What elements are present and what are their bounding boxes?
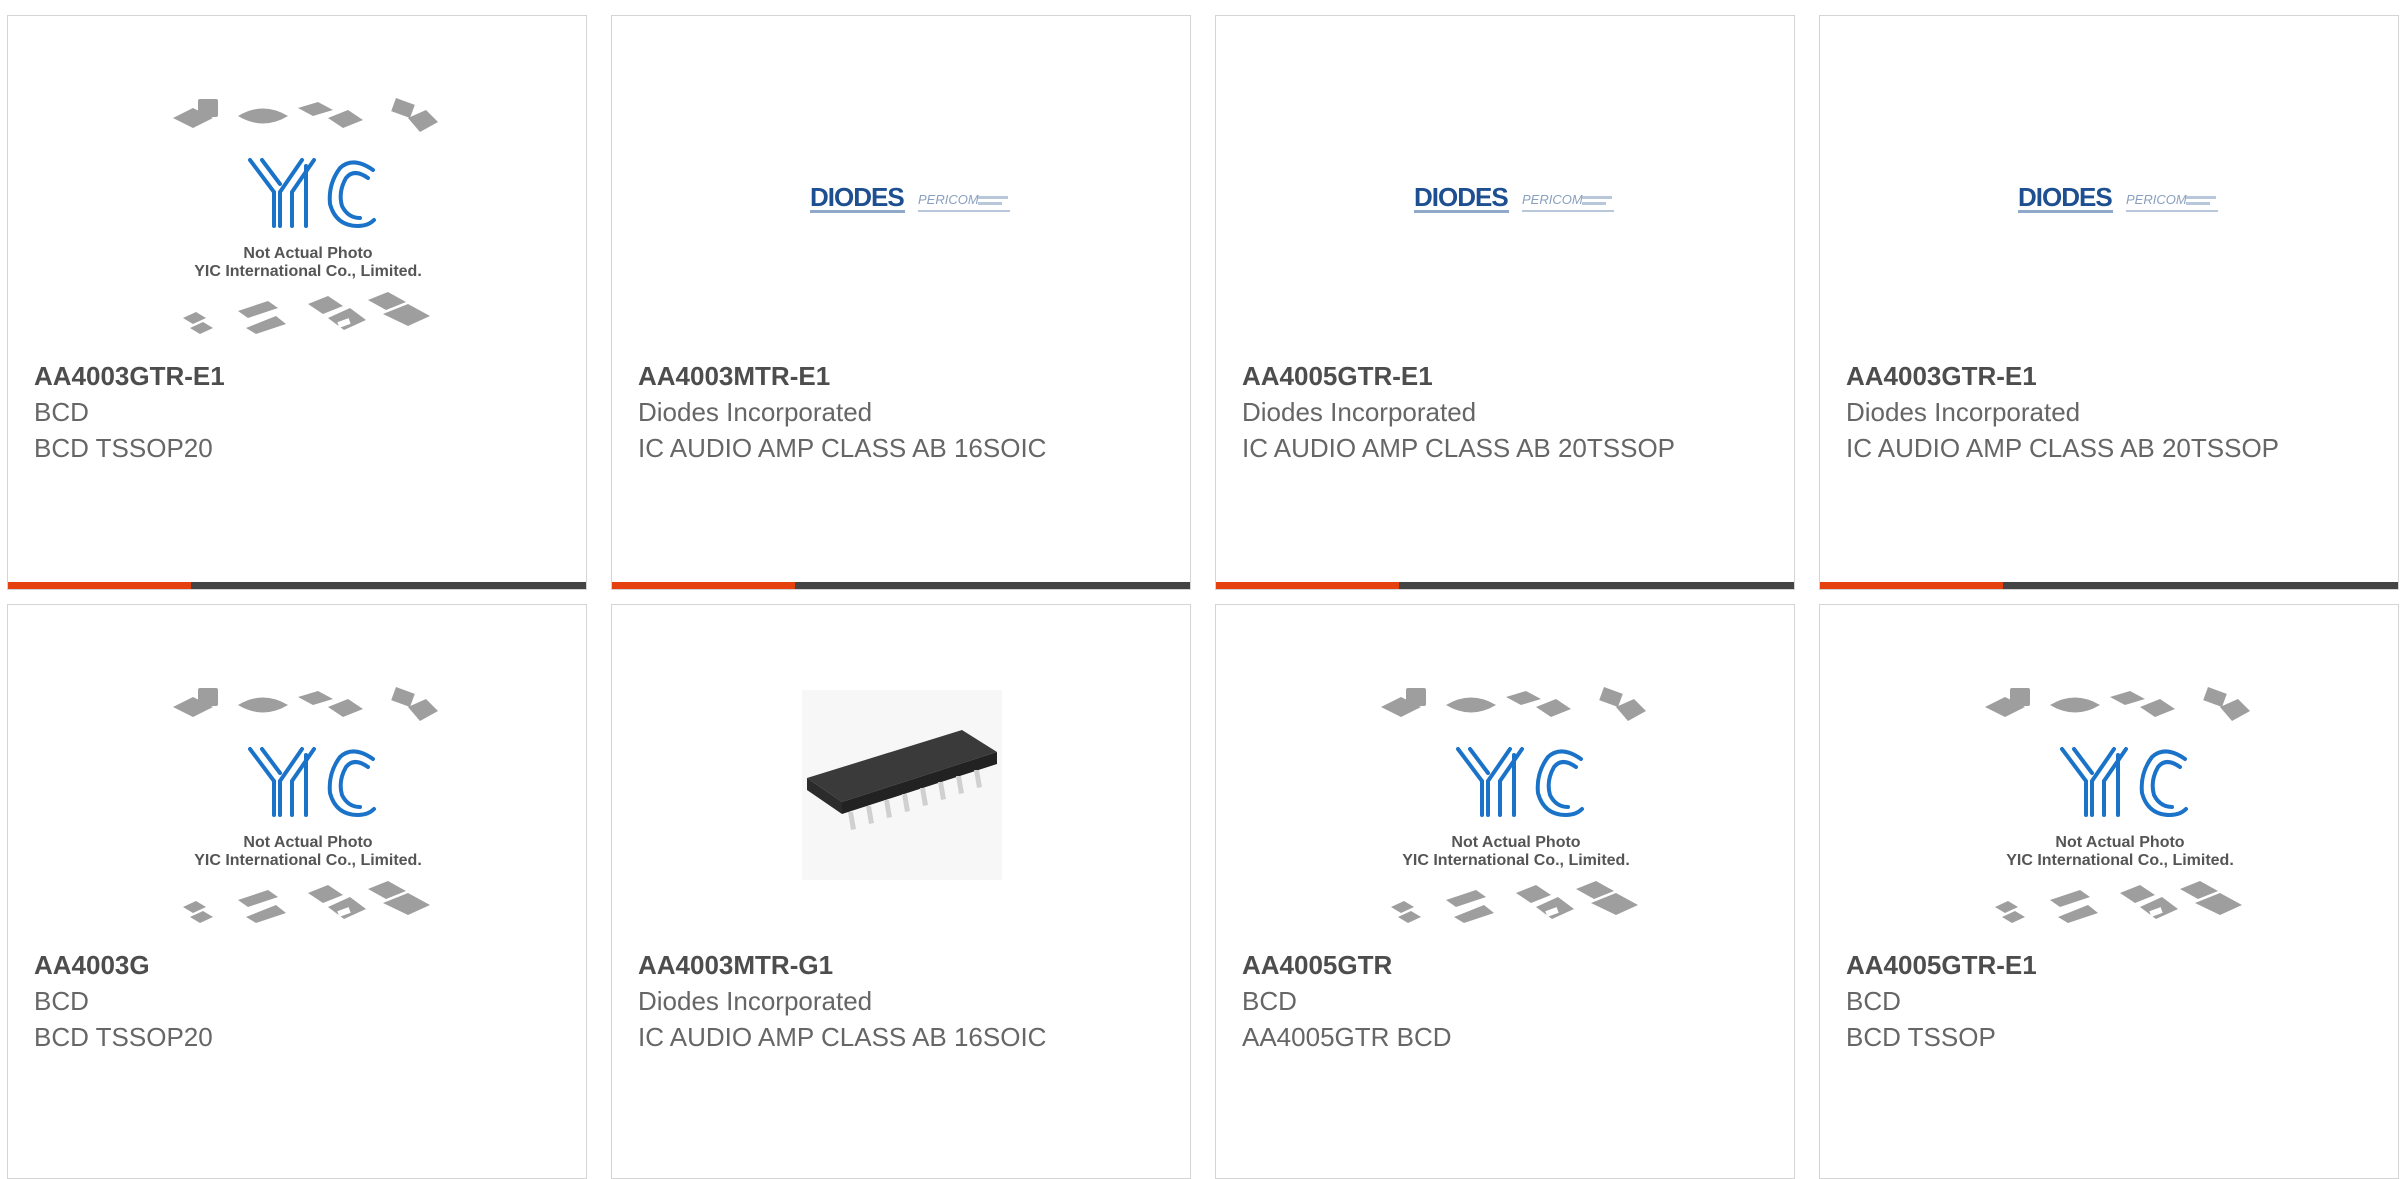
manufacturer: BCD <box>34 397 89 427</box>
card-bottom-bar <box>612 582 1190 589</box>
description: AA4005GTR BCD <box>1242 1022 1452 1052</box>
yic-placeholder-image: Not Actual Photo YIC International Co., … <box>1983 685 2252 925</box>
description: IC AUDIO AMP CLASS AB 16SOIC <box>638 1022 1047 1052</box>
product-card[interactable]: Not Actual Photo YIC International Co., … <box>7 15 587 590</box>
description: BCD TSSOP <box>1846 1022 1996 1052</box>
card-bottom-bar <box>1216 582 1794 589</box>
part-number[interactable]: AA4005GTR-E1 <box>1242 358 1774 394</box>
part-number[interactable]: AA4003G <box>34 947 566 983</box>
product-card[interactable]: AA4005GTR-E1 Diodes Incorporated IC AUDI… <box>1215 15 1795 590</box>
diodes-logo-image <box>2018 182 2218 213</box>
yic-company-text: YIC International Co., Limited. <box>194 263 422 280</box>
yic-company-text: YIC International Co., Limited. <box>194 852 422 869</box>
part-number[interactable]: AA4005GTR-E1 <box>1846 947 2378 983</box>
not-actual-photo-text: Not Actual Photo <box>243 834 372 851</box>
part-number[interactable]: AA4003MTR-E1 <box>638 358 1170 394</box>
description: BCD TSSOP20 <box>34 433 213 463</box>
diodes-logo-image <box>810 182 1010 213</box>
diodes-logo-image <box>1414 182 1614 213</box>
product-card[interactable]: Not Actual Photo YIC International Co., … <box>1215 604 1795 1179</box>
yic-placeholder-image: Not Actual Photo YIC International Co., … <box>1379 685 1648 925</box>
yic-placeholder-image: Not Actual Photo YIC International Co., … <box>171 96 440 336</box>
product-card[interactable]: AA4003MTR-G1 Diodes Incorporated IC AUDI… <box>611 604 1191 1179</box>
not-actual-photo-text: Not Actual Photo <box>2055 834 2184 851</box>
yic-company-text: YIC International Co., Limited. <box>1402 852 1630 869</box>
yic-company-text: YIC International Co., Limited. <box>2006 852 2234 869</box>
manufacturer: BCD <box>34 986 89 1016</box>
part-number[interactable]: AA4003GTR-E1 <box>34 358 566 394</box>
manufacturer: BCD <box>1846 986 1901 1016</box>
manufacturer: Diodes Incorporated <box>1846 397 2081 427</box>
part-number[interactable]: AA4003GTR-E1 <box>1846 358 2378 394</box>
yic-placeholder-image: Not Actual Photo YIC International Co., … <box>171 685 440 925</box>
manufacturer: Diodes Incorporated <box>638 397 873 427</box>
description: IC AUDIO AMP CLASS AB 20TSSOP <box>1242 433 1676 463</box>
card-bottom-bar <box>8 582 586 589</box>
product-card[interactable]: Not Actual Photo YIC International Co., … <box>7 604 587 1179</box>
manufacturer: Diodes Incorporated <box>1242 397 1477 427</box>
product-card[interactable]: AA4003GTR-E1 Diodes Incorporated IC AUDI… <box>1819 15 2399 590</box>
product-card[interactable]: AA4003MTR-E1 Diodes Incorporated IC AUDI… <box>611 15 1191 590</box>
not-actual-photo-text: Not Actual Photo <box>243 245 372 262</box>
product-card[interactable]: Not Actual Photo YIC International Co., … <box>1819 604 2399 1179</box>
soic-chip-photo <box>802 690 1002 880</box>
manufacturer: Diodes Incorporated <box>638 986 873 1016</box>
part-number[interactable]: AA4005GTR <box>1242 947 1774 983</box>
description: IC AUDIO AMP CLASS AB 16SOIC <box>638 433 1047 463</box>
description: BCD TSSOP20 <box>34 1022 213 1052</box>
description: IC AUDIO AMP CLASS AB 20TSSOP <box>1846 433 2280 463</box>
not-actual-photo-text: Not Actual Photo <box>1451 834 1580 851</box>
card-bottom-bar <box>1820 582 2398 589</box>
part-number[interactable]: AA4003MTR-G1 <box>638 947 1170 983</box>
manufacturer: BCD <box>1242 986 1297 1016</box>
